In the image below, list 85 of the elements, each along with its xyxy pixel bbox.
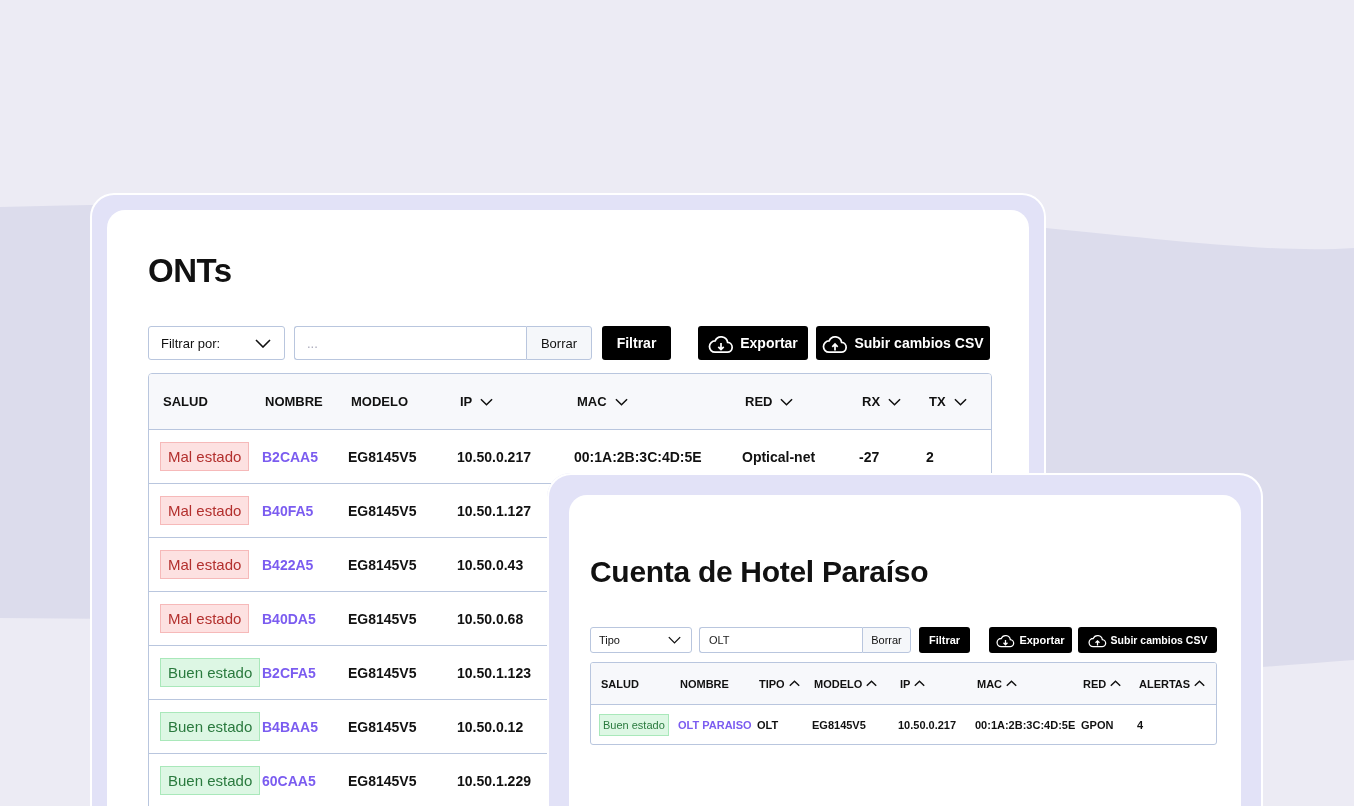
device-name-link[interactable]: OLT PARAISO [678,718,757,731]
device-name-link[interactable]: B40DA5 [262,610,348,627]
table-cell-text: 10.50.1.229 [457,772,532,789]
column-header[interactable]: MODELO [814,677,863,690]
status-badge: Mal estado [160,496,250,525]
table-cell-text: EG8145V5 [348,664,418,681]
chevron-down-icon[interactable] [255,338,271,348]
chevron-down-icon[interactable] [888,397,902,406]
upload-button[interactable]: Subir cambios CSV [1078,627,1217,653]
status-badge: Buen estado [599,713,669,736]
chevron-up-icon[interactable] [788,680,800,687]
table-cell-text: 2 [926,448,935,465]
export-button[interactable]: Exportar [698,326,808,360]
filter-dropdown[interactable]: Filtrar por: [148,326,285,360]
chevron-down-icon[interactable] [953,397,967,406]
cloud-upload-icon [1087,632,1107,648]
device-name-link[interactable]: B4BAA5 [262,718,348,735]
column-header[interactable]: TX [929,394,946,409]
chevron-up-icon[interactable] [1110,680,1122,687]
column-header[interactable]: RED [745,394,773,409]
table-cell-text: 10.50.0.217 [457,448,532,465]
table-cell-text: EG8145V5 [348,502,418,519]
upload-button[interactable]: Subir cambios CSV [816,326,990,360]
status-badge: Mal estado [160,604,250,633]
table-cell-text: EG8145V5 [348,772,418,789]
column-header: NOMBRE [265,394,323,409]
table-cell-text: GPON [1081,718,1115,731]
chevron-down-icon[interactable] [614,397,628,406]
column-header[interactable]: ALERTAS [1139,677,1191,690]
table-cell-text: Optical-net [742,448,817,465]
search-field[interactable]: OLT [699,627,862,653]
table-cell-text: 10.50.1.127 [457,502,532,519]
cloud-download-icon [996,632,1016,648]
chevron-up-icon[interactable] [914,680,926,687]
table-cell-text: 10.50.0.43 [457,556,525,573]
column-header: SALUD [601,677,639,690]
filter-button[interactable]: Filtrar [602,326,671,360]
table-cell-text: -27 [859,448,881,465]
chevron-down-icon[interactable] [480,397,494,406]
column-header: MODELO [351,394,409,409]
export-button[interactable]: Exportar [989,627,1072,653]
column-header[interactable]: TIPO [759,677,785,690]
page-title: Cuenta de Hotel Paraíso [590,555,929,589]
table-cell-text: EG8145V5 [812,718,867,731]
device-name-link[interactable]: B2CFA5 [262,664,348,681]
column-header[interactable]: RED [1083,677,1107,690]
table-cell-text: 00:1A:2B:3C:4D:5E [574,448,703,465]
table-cell-text: 4 [1137,718,1145,731]
search-field[interactable]: ... [294,326,526,360]
clear-button[interactable]: Borrar [526,326,592,360]
column-header[interactable]: IP [460,394,473,409]
page-title: ONTs [148,252,232,290]
device-name-link[interactable]: 60CAA5 [262,772,348,789]
table-cell-text: 10.50.0.217 [898,718,958,731]
status-badge: Buen estado [160,712,261,741]
status-badge: Mal estado [160,442,250,471]
filter-dropdown[interactable]: Tipo [590,627,692,653]
table-cell-text: EG8145V5 [348,556,418,573]
table-cell-text: 00:1A:2B:3C:4D:5E [975,718,1077,731]
chevron-up-icon[interactable] [1194,680,1206,687]
column-header[interactable]: IP [900,677,911,690]
chevron-up-icon[interactable] [1006,680,1018,687]
table-cell-text: 10.50.0.12 [457,718,525,735]
table-cell-text: OLT [757,718,780,731]
table-cell-text: EG8145V5 [348,718,418,735]
table-cell-text: 10.50.1.123 [457,664,532,681]
chevron-up-icon[interactable] [866,680,878,687]
column-header: SALUD [163,394,208,409]
device-name-link[interactable]: B2CAA5 [262,448,348,465]
status-badge: Mal estado [160,550,250,579]
chevron-down-icon[interactable] [780,397,794,406]
column-header: NOMBRE [680,677,729,690]
status-badge: Buen estado [160,658,261,687]
column-header[interactable]: RX [862,394,881,409]
table-cell-text: 10.50.0.68 [457,610,525,627]
device-name-link[interactable]: B422A5 [262,556,348,573]
device-name-link[interactable]: B40FA5 [262,502,348,519]
filter-button[interactable]: Filtrar [919,627,970,653]
clear-button[interactable]: Borrar [862,627,911,653]
status-badge: Buen estado [160,766,261,795]
column-header[interactable]: MAC [977,677,1003,690]
table-cell-text: EG8145V5 [348,610,418,627]
column-header[interactable]: MAC [577,394,607,409]
table-cell-text: EG8145V5 [348,448,418,465]
chevron-down-icon[interactable] [668,636,681,644]
